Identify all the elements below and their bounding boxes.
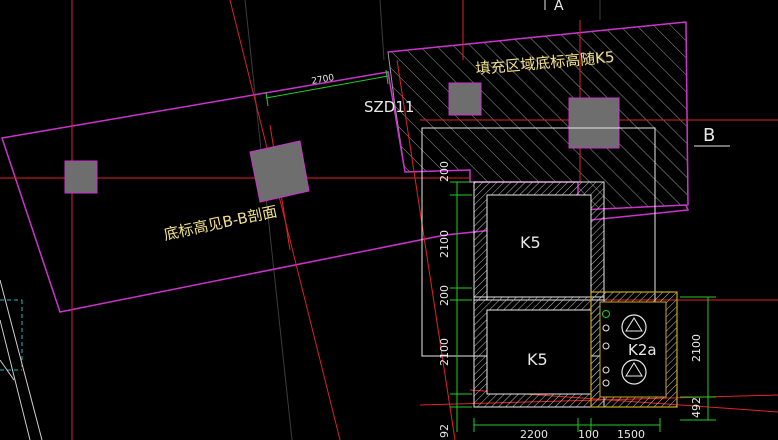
dim-top-span: 2700	[311, 73, 336, 87]
dim-bottom-b: 100	[578, 428, 599, 440]
pit-small-label: K2a	[628, 341, 657, 359]
dim-left-bottom: 92	[438, 424, 451, 438]
dim-right-span: 2100	[690, 334, 703, 362]
section-elevation-note: 底标高见B-B剖面	[162, 202, 279, 244]
column-3	[448, 82, 482, 116]
column-tag: SZD11	[364, 98, 414, 116]
grid-marker-label: A	[554, 0, 564, 14]
dim-bottom-a: 2200	[520, 428, 548, 440]
section-marker-b: B	[694, 125, 730, 147]
grid-marker-a: A	[544, 0, 564, 14]
column-1	[64, 160, 98, 194]
dim-left-lower: 2100	[438, 338, 451, 366]
column-2	[249, 140, 310, 203]
dim-left-mid: 2100	[438, 230, 451, 258]
cad-drawing-canvas[interactable]: B A 填充区域底标高随K5 底标高见B-B剖面 SZD11 K5 K5 K2a…	[0, 0, 778, 440]
dim-left-gap: 200	[438, 285, 451, 306]
dim-left-upper: 200	[438, 161, 451, 182]
dim-bottom-c: 1500	[617, 428, 645, 440]
pit-lower-label: K5	[527, 350, 548, 369]
section-marker-label: B	[703, 125, 715, 146]
pit-upper-label: K5	[520, 233, 541, 252]
white-left-details	[0, 279, 43, 440]
dim-right-bottom: 492	[690, 397, 703, 418]
cad-drawing: B A 填充区域底标高随K5 底标高见B-B剖面 SZD11 K5 K5 K2a…	[0, 0, 778, 440]
column-4	[568, 97, 620, 149]
